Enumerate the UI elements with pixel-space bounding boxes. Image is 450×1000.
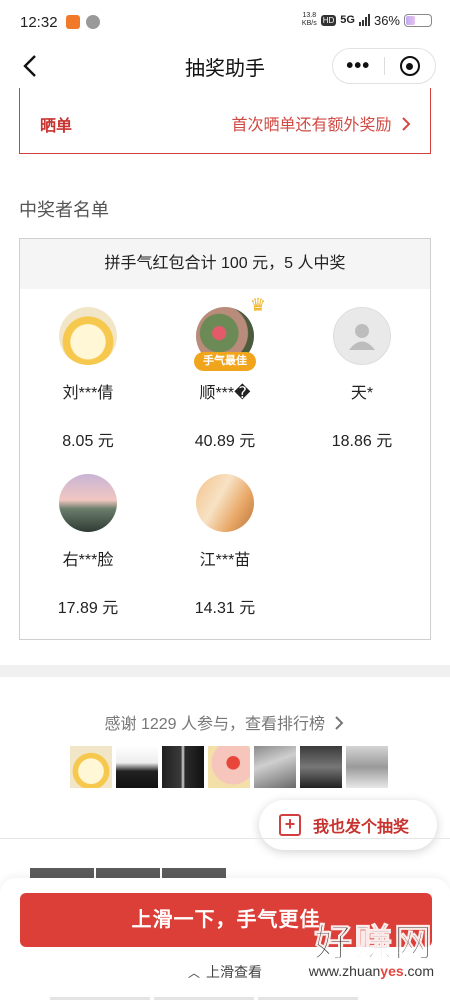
signal-icon	[358, 14, 370, 26]
participant-avatars	[70, 746, 388, 788]
network-type: 5G	[340, 14, 355, 26]
site-watermark: 好赚网 www.zhuanyes.com	[308, 912, 434, 980]
avatar: ♛ 手气最佳	[194, 295, 266, 371]
chevron-right-icon	[402, 117, 411, 131]
winner-amount: 8.05 元	[62, 433, 114, 450]
winner-name: 刘***倩	[62, 385, 114, 402]
winners-list: 拼手气红包合计 100 元，5 人中奖 刘***倩 8.05 元 ♛ 手气最佳 …	[19, 238, 431, 640]
winner-amount: 17.89 元	[57, 600, 119, 617]
winner-name: 右***脸	[62, 552, 114, 569]
show-off-hint: 首次晒单还有额外奖励	[232, 111, 412, 135]
best-luck-badge: 手气最佳	[194, 352, 256, 371]
miniprogram-capsule: •••	[332, 48, 436, 84]
net-speed: 13.8 KB/s	[301, 12, 317, 27]
winner-item[interactable]: 右***脸 17.89 元	[20, 474, 156, 618]
more-button[interactable]: •••	[333, 56, 384, 76]
divider	[0, 838, 450, 839]
message-notification-icon	[85, 15, 100, 29]
status-bar: 12:32 13.8 KB/s HD 5G 36%	[0, 0, 450, 44]
chevron-up-icon: ︿	[187, 966, 200, 980]
chevron-right-icon	[335, 716, 344, 730]
participant-avatar	[208, 746, 250, 788]
target-close-icon	[399, 56, 420, 76]
winner-item[interactable]: ♛ 手气最佳 顺***� 40.89 元	[157, 295, 293, 451]
show-off-label: 晒单	[40, 118, 73, 135]
create-lottery-button[interactable]: + 我也发个抽奖	[259, 800, 437, 850]
winner-amount: 18.86 元	[331, 433, 393, 450]
winner-name: 顺***�	[199, 385, 251, 402]
hd-icon: HD	[320, 14, 337, 26]
battery-icon	[404, 13, 432, 27]
create-lottery-label: 我也发个抽奖	[313, 819, 410, 836]
nav-bar: 抽奖助手 •••	[0, 44, 450, 88]
close-miniprogram-button[interactable]	[384, 56, 435, 76]
participant-avatar	[70, 746, 112, 788]
plus-square-icon: +	[279, 814, 301, 836]
crown-icon: ♛	[249, 295, 266, 315]
participant-avatar	[162, 746, 204, 788]
avatar	[196, 474, 254, 532]
battery-percent: 36%	[373, 12, 400, 28]
watermark-url: www.zhuanyes.com	[308, 963, 434, 979]
winners-section-title: 中奖者名单	[19, 200, 109, 220]
winner-name: 天*	[350, 385, 374, 402]
avatar	[59, 307, 117, 365]
portrait-avatar-image	[196, 474, 254, 532]
participant-avatar	[346, 746, 388, 788]
winner-item[interactable]: 刘***倩 8.05 元	[20, 307, 156, 451]
show-off-entry[interactable]: 晒单 首次晒单还有额外奖励	[19, 88, 431, 154]
winner-item[interactable]: 天* 18.86 元	[294, 307, 430, 451]
avatar	[333, 307, 391, 365]
participant-avatar	[116, 746, 158, 788]
winner-name: 江***苗	[199, 552, 251, 569]
avatar	[59, 474, 117, 532]
cartoon-avatar-image	[59, 307, 117, 365]
app-notification-icon	[65, 15, 80, 29]
winners-summary: 拼手气红包合计 100 元，5 人中奖	[20, 239, 430, 289]
winner-item[interactable]: 江***苗 14.31 元	[157, 474, 293, 618]
participant-avatar	[254, 746, 296, 788]
winner-amount: 40.89 元	[194, 433, 256, 450]
sunset-avatar-image	[59, 474, 117, 532]
winner-amount: 14.31 元	[194, 600, 256, 617]
watermark-logo-text: 好赚网	[313, 923, 434, 966]
default-user-icon	[333, 307, 391, 365]
status-time: 12:32	[20, 13, 58, 31]
participants-ranking-link[interactable]: 感谢 1229 人参与，查看排行榜	[0, 710, 450, 734]
participant-avatar	[300, 746, 342, 788]
section-separator	[0, 665, 450, 677]
